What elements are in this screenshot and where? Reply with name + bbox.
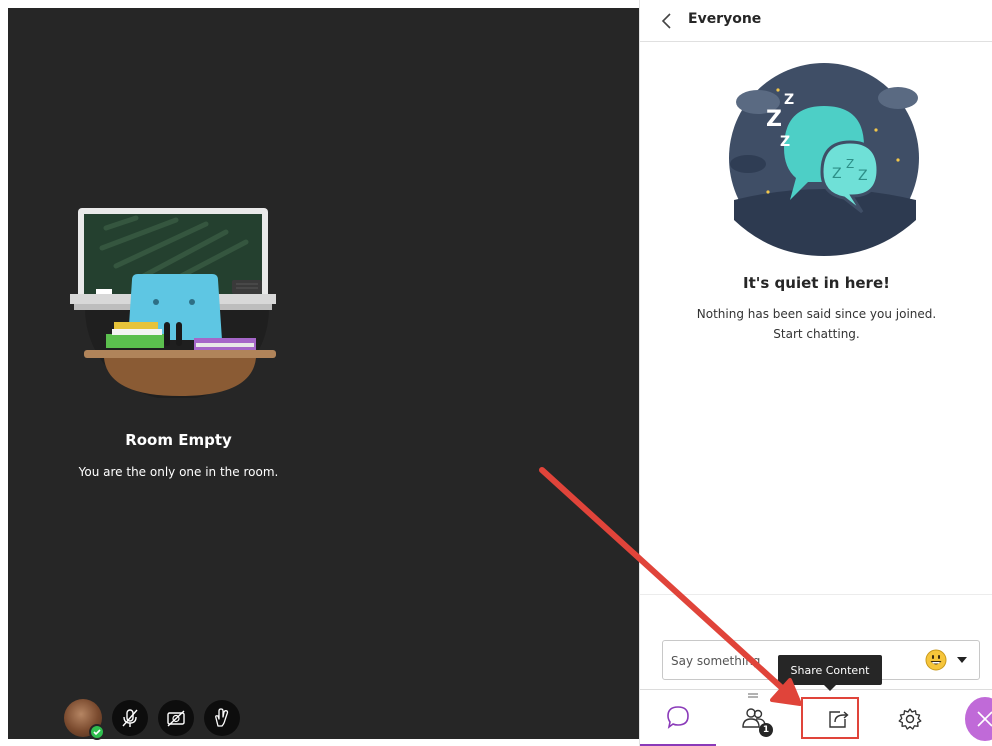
svg-text:Z: Z [846,157,854,171]
microphone-toggle-button[interactable] [112,700,148,736]
camera-off-icon [167,710,185,727]
room-empty-title: Room Empty [125,431,232,449]
panel-header: Everyone [640,0,992,42]
chat-bubble-icon [667,706,689,729]
raise-hand-icon [215,708,229,727]
chevron-left-icon[interactable] [660,12,674,30]
chevron-down-icon[interactable] [956,656,968,664]
microphone-muted-icon [122,709,138,727]
share-content-tooltip: Share Content [778,655,882,691]
empty-chat-hint: Start chatting. [773,327,860,341]
svg-text:Z: Z [858,168,868,184]
chat-channel-title[interactable]: Everyone [688,11,761,27]
user-avatar[interactable] [64,699,105,740]
attendee-count-badge: 1 [759,723,773,737]
close-panel-button[interactable] [945,690,992,746]
divider [640,594,992,595]
svg-text:Z: Z [784,92,794,108]
drag-handle-icon[interactable] [747,693,759,699]
collaborate-panel: Everyone Z Z Z Z Z Z It's quiet in here!… [639,0,992,746]
empty-chat-message: Nothing has been said since you joined. [696,307,937,321]
svg-text:Z: Z [766,107,782,132]
room-empty-subtitle: You are the only one in the room. [78,465,279,479]
tab-settings[interactable] [872,690,948,746]
camera-toggle-button[interactable] [158,700,194,736]
gear-icon [898,707,922,730]
media-controls [64,699,240,740]
session-stage: Room Empty You are the only one in the r… [8,8,639,739]
emoji-icon[interactable] [925,649,947,671]
tab-chat[interactable] [640,690,716,746]
empty-classroom-illustration [70,208,276,398]
status-check-icon [89,724,105,740]
close-icon [977,710,992,727]
empty-chat-title: It's quiet in here! [743,274,890,292]
share-content-highlight-box [801,697,859,739]
svg-text:Z: Z [832,166,842,182]
raise-hand-button[interactable] [204,700,240,736]
close-panel-circle[interactable] [965,696,992,741]
sleeping-chat-illustration: Z Z Z Z Z Z [729,63,919,256]
svg-text:Z: Z [780,134,790,150]
